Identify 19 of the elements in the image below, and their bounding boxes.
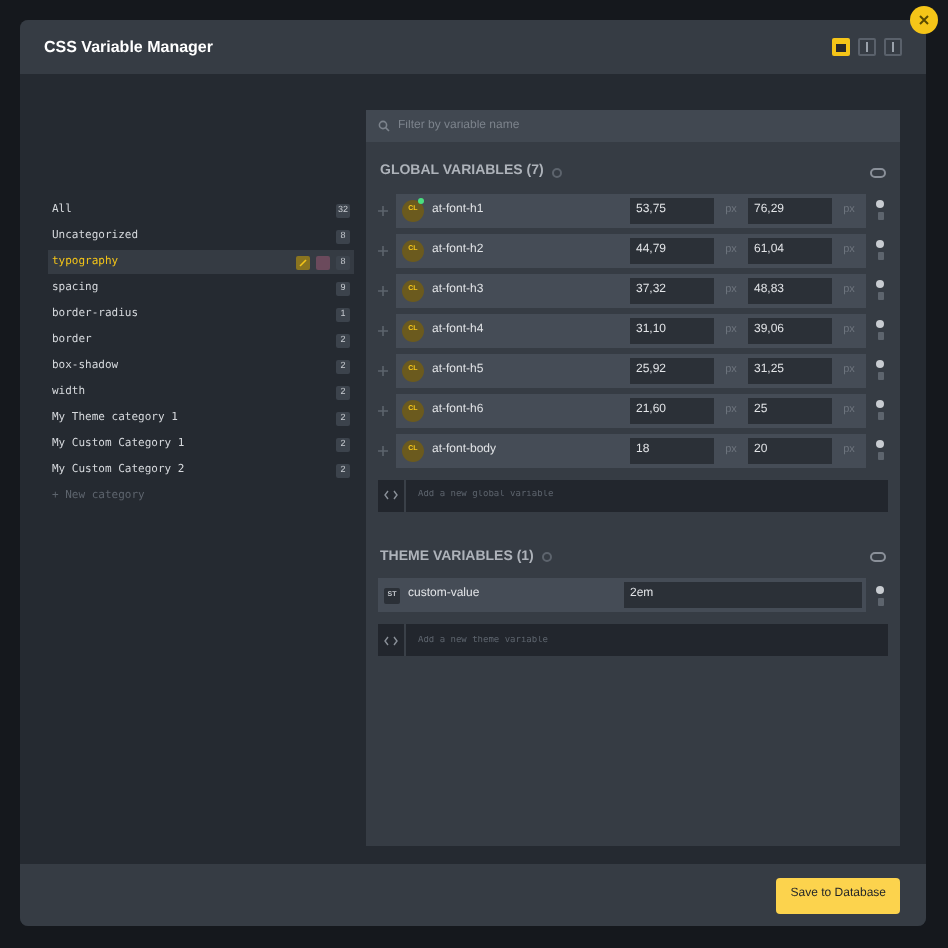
search-icon bbox=[378, 120, 390, 132]
code-icon bbox=[378, 624, 406, 656]
plus-icon[interactable] bbox=[378, 405, 388, 415]
plus-icon[interactable] bbox=[378, 285, 388, 295]
code-icon bbox=[378, 479, 406, 511]
plus-icon[interactable] bbox=[378, 365, 388, 375]
close-button[interactable] bbox=[910, 6, 938, 34]
view-mode-button[interactable] bbox=[832, 38, 850, 56]
close-icon bbox=[918, 14, 930, 26]
plus-icon[interactable] bbox=[378, 445, 388, 455]
info-icon bbox=[551, 167, 562, 178]
info-icon bbox=[541, 552, 552, 563]
view-mode-button[interactable] bbox=[884, 38, 902, 56]
plus-icon[interactable] bbox=[378, 245, 388, 255]
plus-icon[interactable] bbox=[378, 205, 388, 215]
window-title: CSS Variable Manager bbox=[44, 35, 213, 59]
edit-icon[interactable] bbox=[296, 255, 310, 269]
view-mode-button[interactable] bbox=[858, 38, 876, 56]
plus-icon[interactable] bbox=[378, 325, 388, 335]
